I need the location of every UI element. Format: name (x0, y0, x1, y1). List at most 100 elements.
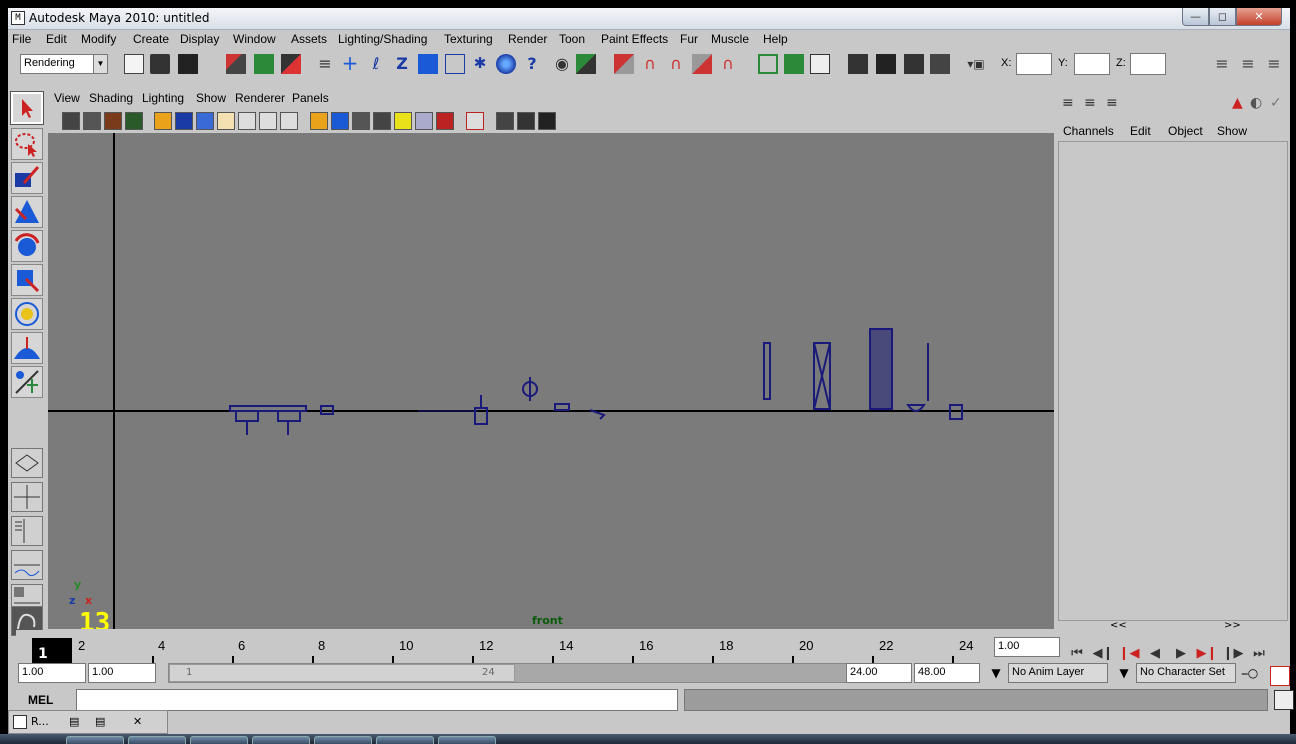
snap-point-icon[interactable]: Z (392, 54, 412, 74)
film-gate-icon[interactable] (175, 112, 193, 130)
gate-mask-icon[interactable] (217, 112, 235, 130)
range-slider-handle[interactable]: 1 24 (169, 664, 515, 682)
anim-layer-chevron-icon[interactable]: ▼ (986, 666, 1006, 686)
render-icon[interactable] (496, 54, 516, 74)
minimized-restore-icon[interactable]: ▤ (69, 715, 79, 728)
layout-outliner-perspective-button[interactable] (11, 516, 43, 546)
bookmarks-icon[interactable] (104, 112, 122, 130)
menu-modify[interactable]: Modify (81, 32, 116, 46)
pen-icon[interactable]: ✓ (1270, 95, 1290, 115)
menu-fur[interactable]: Fur (680, 32, 698, 46)
viewport-canvas[interactable]: y z x 13 front (48, 133, 1054, 638)
universal-manipulator-tool[interactable] (11, 298, 43, 330)
output-ops-icon[interactable] (784, 54, 804, 74)
scale-tool[interactable] (11, 264, 43, 296)
playback-start-field[interactable]: 1.00 (88, 663, 156, 683)
menu-display[interactable]: Display (180, 32, 219, 46)
minimized-close-icon[interactable]: ✕ (133, 715, 142, 728)
image-plane-icon[interactable] (125, 112, 143, 130)
render-view-icon[interactable] (848, 54, 868, 74)
maximize-button[interactable]: ◻ (1209, 8, 1236, 26)
script-editor-icon[interactable] (1274, 690, 1294, 710)
help-icon[interactable]: ? (522, 54, 542, 74)
select-component-icon[interactable] (281, 54, 301, 74)
channel-menu-channels[interactable]: Channels (1063, 124, 1114, 138)
go-to-end-icon[interactable]: ⏭ (1248, 646, 1270, 666)
move-tool[interactable] (11, 196, 43, 228)
taskbar-item[interactable] (128, 736, 186, 744)
command-input[interactable] (76, 689, 678, 711)
magnet-live-icon[interactable]: ∩ (718, 54, 738, 74)
panel-menu-renderer[interactable]: Renderer (235, 91, 285, 105)
minimized-maximize-icon[interactable]: ▤ (95, 715, 105, 728)
screenshot-icon[interactable] (517, 112, 535, 130)
menu-paint-effects[interactable]: Paint Effects (601, 32, 668, 46)
menu-lighting-shading[interactable]: Lighting/Shading (338, 32, 427, 46)
menu-muscle[interactable]: Muscle (711, 32, 749, 46)
channel-menu-edit[interactable]: Edit (1130, 124, 1151, 138)
menu-edit[interactable]: Edit (46, 32, 67, 46)
character-set-chevron-icon[interactable]: ▼ (1114, 666, 1134, 686)
history-icon[interactable]: ✱ (470, 54, 490, 74)
taskbar-item[interactable] (252, 736, 310, 744)
selection-mask-icon[interactable] (576, 54, 596, 74)
wireframe-icon[interactable] (310, 112, 328, 130)
layer-editor-icon[interactable]: ≡ (1084, 95, 1104, 115)
panel-menu-view[interactable]: View (54, 91, 80, 105)
menu-assets[interactable]: Assets (291, 32, 327, 46)
channel-scrollbar[interactable]: << >> (1058, 620, 1288, 632)
select-camera-icon[interactable] (62, 112, 80, 130)
select-tool[interactable] (10, 91, 44, 125)
menu-toon[interactable]: Toon (559, 32, 585, 46)
shadows-icon[interactable] (415, 112, 433, 130)
ipr-render-icon[interactable] (904, 54, 924, 74)
channel-box-body[interactable] (1058, 141, 1288, 621)
xray-icon[interactable] (436, 112, 454, 130)
sphere-icon[interactable]: ◐ (1250, 95, 1270, 115)
close-button[interactable]: ✕ (1236, 8, 1282, 26)
safe-action-icon[interactable] (259, 112, 277, 130)
playback-end-field[interactable]: 24.00 (846, 663, 912, 683)
new-scene-icon[interactable] (124, 54, 144, 74)
minimize-button[interactable]: — (1182, 8, 1209, 26)
channel-menu-object[interactable]: Object (1168, 124, 1203, 138)
textured-icon[interactable] (373, 112, 391, 130)
minimized-window[interactable]: R... ▤ ▤ ✕ (8, 710, 168, 734)
snap-toggle-icon[interactable]: ≡ (315, 54, 335, 74)
channel-box-icon[interactable]: ≡ (1062, 95, 1082, 115)
time-slider[interactable]: 1 2 4 6 8 10 12 14 16 18 20 22 24 (16, 630, 992, 666)
color-icon[interactable]: ▲ (1232, 95, 1252, 115)
snap-view-plane-icon[interactable] (418, 54, 438, 74)
y-field[interactable] (1074, 53, 1110, 75)
scroll-left-button[interactable]: << (1110, 620, 1127, 631)
construction-history-icon[interactable] (810, 54, 830, 74)
snap-curve-icon[interactable]: ℓ (366, 54, 386, 74)
anim-preferences-icon[interactable] (1270, 666, 1290, 686)
select-hierarchy-icon[interactable] (226, 54, 246, 74)
render-settings-icon[interactable] (930, 54, 950, 74)
channel-box-toggle-icon[interactable]: ≡ (1264, 54, 1284, 74)
render-current-frame-icon[interactable] (876, 54, 896, 74)
menu-help[interactable]: Help (763, 32, 788, 46)
taskbar-item[interactable] (190, 736, 248, 744)
ambient-occlusion-icon[interactable] (538, 112, 556, 130)
wireframe-on-shaded-icon[interactable] (352, 112, 370, 130)
magnet-point-icon[interactable]: ∩ (666, 54, 686, 74)
tool-settings-toggle-icon[interactable]: ≡ (1238, 54, 1258, 74)
taskbar-item[interactable] (438, 736, 496, 744)
menu-create[interactable]: Create (133, 32, 169, 46)
panel-menu-lighting[interactable]: Lighting (142, 91, 184, 105)
panel-menu-shading[interactable]: Shading (89, 91, 133, 105)
safe-title-icon[interactable] (280, 112, 298, 130)
end-time-field[interactable]: 48.00 (914, 663, 980, 683)
paint-select-tool[interactable] (11, 162, 43, 194)
smooth-shade-icon[interactable] (331, 112, 349, 130)
grid-toggle-icon[interactable] (154, 112, 172, 130)
current-time-field[interactable]: 1.00 (994, 637, 1060, 657)
camera-attributes-icon[interactable] (83, 112, 101, 130)
anim-layer-dropdown[interactable]: No Anim Layer (1008, 663, 1108, 683)
field-chart-icon[interactable] (238, 112, 256, 130)
show-manipulator-tool[interactable] (11, 366, 43, 398)
make-live-icon[interactable] (445, 54, 465, 74)
open-scene-icon[interactable] (150, 54, 170, 74)
